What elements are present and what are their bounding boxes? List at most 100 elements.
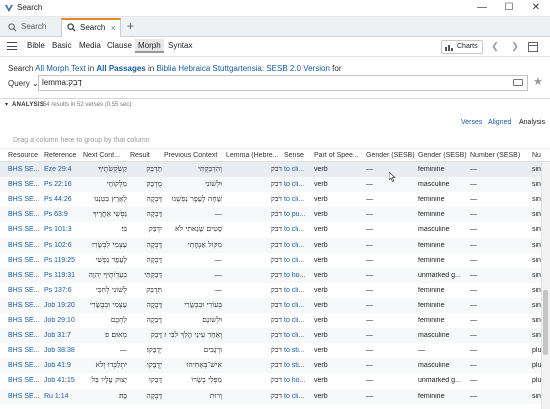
tab-morph[interactable]: Morph — [135, 39, 164, 53]
cell-reference[interactable]: Eze 29:4 — [44, 166, 82, 173]
cell-reference[interactable]: Ps 101:3 — [44, 226, 82, 233]
table-row[interactable]: BHS SE... Ps 119:31 בְעֵדְוֹתֶיךָ יְהוָה דָ… — [0, 267, 541, 283]
search-scope-link[interactable]: All Passages — [96, 64, 145, 73]
cell-sense[interactable]: to cli... — [284, 393, 312, 400]
cell-reference[interactable]: Ps 119:25 — [44, 257, 82, 264]
col-gender-sesb-2[interactable]: Gender (SESB) — [418, 152, 468, 159]
charts-button[interactable]: Charts — [441, 40, 483, 54]
cell-resource[interactable]: BHS SE... — [8, 211, 42, 218]
cell-sense[interactable]: to cli... — [284, 226, 312, 233]
cell-reference[interactable]: Job 19:20 — [44, 302, 82, 309]
forward-arrow-icon[interactable]: ❯ — [508, 40, 522, 54]
tab-clause[interactable]: Clause — [107, 41, 132, 50]
tab-media[interactable]: Media — [79, 41, 101, 50]
cell-resource[interactable]: BHS SE... — [8, 257, 42, 264]
group-by-dropzone[interactable]: Drag a column here to group by that colu… — [13, 137, 150, 144]
cell-sense[interactable]: to cli... — [284, 332, 312, 339]
cell-reference[interactable]: Ps 44:26 — [44, 196, 82, 203]
cell-sense[interactable]: to cli... — [284, 287, 312, 294]
table-row[interactable]: BHS SE... Ps 44:26 לָאָרֶץ בִּטְנֵנוּ דָּבְ… — [0, 192, 541, 207]
analysis-title[interactable]: ANALYSIS — [12, 102, 44, 108]
maximize-button[interactable]: ☐ — [497, 1, 521, 15]
table-row[interactable]: BHS SE... Ru 1:14 בָּהּ׃ דָּבְקָה וְרוּת דבק t… — [0, 388, 541, 404]
star-icon[interactable]: ★ — [533, 75, 543, 88]
menu-icon[interactable] — [7, 42, 17, 50]
cell-reference[interactable]: Ps 102:6 — [44, 242, 82, 249]
query-input[interactable]: lemma:דָבַק — [38, 75, 528, 91]
collapse-caret-icon[interactable]: ▾ — [5, 101, 8, 108]
close-tab-icon[interactable]: × — [111, 20, 116, 36]
cell-sense[interactable]: to cli... — [284, 242, 312, 249]
cell-sense[interactable]: to cli... — [284, 166, 312, 173]
table-row[interactable]: BHS SE... Job 41:15 יָצוּק עָלָיו בַּל דָּב… — [0, 373, 541, 388]
vertical-scrollbar[interactable] — [541, 162, 550, 409]
cell-resource[interactable]: BHS SE... — [8, 181, 42, 188]
table-row[interactable]: BHS SE... Ps 101:3 בִּי׃ יִדְבַּק סֵטִים שָׂ… — [0, 222, 541, 237]
col-lemma[interactable]: Lemma (Hebre... — [226, 152, 282, 159]
col-resource[interactable]: Resource — [8, 152, 42, 159]
col-number-sesb[interactable]: Number (SESB) — [470, 152, 530, 159]
add-tab-button[interactable]: + — [127, 19, 134, 33]
table-row[interactable]: BHS SE... Job 29:10 לַחִכָּם דָּבֵקָה וּלְשׁ… — [0, 313, 541, 328]
cell-resource[interactable]: BHS SE... — [8, 377, 42, 384]
tab-basic[interactable]: Basic — [52, 41, 72, 50]
tab-bible[interactable]: Bible — [27, 41, 45, 50]
cell-reference[interactable]: Ps 119:31 — [44, 272, 82, 279]
tab-syntax[interactable]: Syntax — [168, 41, 192, 50]
minimize-button[interactable]: — — [470, 1, 494, 15]
cell-resource[interactable]: BHS SE... — [8, 272, 42, 279]
cell-resource[interactable]: BHS SE... — [8, 226, 42, 233]
back-arrow-icon[interactable]: ❮ — [488, 40, 502, 54]
table-row[interactable]: BHS SE... Ps 102:6 עַצְמִי לִבְשָׂרִי׃ דָּב… — [0, 237, 541, 253]
cell-sense[interactable]: to pu... — [284, 211, 312, 218]
panel-options-icon[interactable] — [528, 42, 538, 52]
cell-reference[interactable]: Ps 63:9 — [44, 211, 82, 218]
cell-sense[interactable]: to cli... — [284, 302, 312, 309]
cell-reference[interactable]: Job 41:9 — [44, 362, 82, 369]
cell-resource[interactable]: BHS SE... — [8, 166, 42, 173]
col-next-context[interactable]: Next Cont... — [83, 152, 127, 159]
cell-reference[interactable]: Job 38:38 — [44, 347, 82, 354]
cell-sense[interactable]: to sti... — [284, 362, 312, 369]
keyboard-icon[interactable] — [513, 79, 523, 86]
tab-search-1[interactable]: Search — [3, 18, 60, 37]
table-row[interactable]: BHS SE... Job 38:38 — יְדֻבָּקוּ׃ וּרְגָבִים… — [0, 343, 541, 358]
table-row[interactable]: BHS SE... Eze 29:4 קַשְׂקְשֹׂתֶיךָ תַּדְבֵּ… — [0, 162, 541, 177]
table-row[interactable]: BHS SE... Job 41:9 יִתְלַכְּדוּ וְלֹא יְדֻב… — [0, 358, 541, 374]
close-window-button[interactable]: ✕ — [524, 1, 548, 15]
cell-sense[interactable]: to cli... — [284, 181, 312, 188]
col-result[interactable]: Result — [130, 152, 162, 159]
cell-resource[interactable]: BHS SE... — [8, 362, 42, 369]
cell-resource[interactable]: BHS SE... — [8, 287, 42, 294]
table-row[interactable]: BHS SE... Job 31:7 מְאוּם׃ פ דָּבַק וְאַחַר … — [0, 328, 541, 344]
col-part-of-speech[interactable]: Part of Spee... — [314, 152, 362, 159]
cell-reference[interactable]: Ps 22:16 — [44, 181, 82, 188]
col-reference[interactable]: Reference — [44, 152, 82, 159]
cell-reference[interactable]: Job 29:10 — [44, 317, 82, 324]
cell-resource[interactable]: BHS SE... — [8, 196, 42, 203]
cell-resource[interactable]: BHS SE... — [8, 242, 42, 249]
col-gender-sesb-1[interactable]: Gender (SESB) — [366, 152, 416, 159]
cell-reference[interactable]: Ps 137:6 — [44, 287, 82, 294]
cell-resource[interactable]: BHS SE... — [8, 332, 42, 339]
col-sense[interactable]: Sense — [284, 152, 312, 159]
query-dropdown[interactable]: Query ⌄ — [8, 79, 39, 88]
col-number-2[interactable]: Nu — [532, 152, 541, 159]
view-analysis[interactable]: Analysis — [519, 119, 545, 126]
table-row[interactable]: BHS SE... Ps 63:9 נַפְשִׁי אַחֲרֶיךָ דָּבְק… — [0, 207, 541, 223]
cell-sense[interactable]: to sti... — [284, 347, 312, 354]
table-row[interactable]: BHS SE... Ps 22:16 מַלְקוֹחָי מֻדְבָּק וּלְש… — [0, 177, 541, 193]
cell-reference[interactable]: Ru 1:14 — [44, 393, 82, 400]
table-row[interactable]: BHS SE... Ps 137:6 לְשׁוֹנִי לְחִכִּי תִּדְ… — [0, 283, 541, 298]
cell-resource[interactable]: BHS SE... — [8, 347, 42, 354]
cell-sense[interactable]: to ho... — [284, 272, 312, 279]
cell-reference[interactable]: Job 31:7 — [44, 332, 82, 339]
resource-link[interactable]: Biblia Hebraica Stuttgartensia: SESB 2.0… — [156, 64, 329, 73]
cell-reference[interactable]: Job 41:15 — [44, 377, 82, 384]
cell-sense[interactable]: to cli... — [284, 317, 312, 324]
search-target-link[interactable]: All Morph Text — [35, 64, 86, 73]
table-row[interactable]: BHS SE... Ps 119:25 לֶעָפָר נַפְשִׁי דָּבְק… — [0, 253, 541, 268]
table-row[interactable]: BHS SE... Job 19:20 עַצְמִי וּבְבְשָׂרִי דָ… — [0, 297, 541, 313]
cell-sense[interactable]: to cli... — [284, 196, 312, 203]
tab-search-2[interactable]: Search × — [61, 18, 121, 37]
